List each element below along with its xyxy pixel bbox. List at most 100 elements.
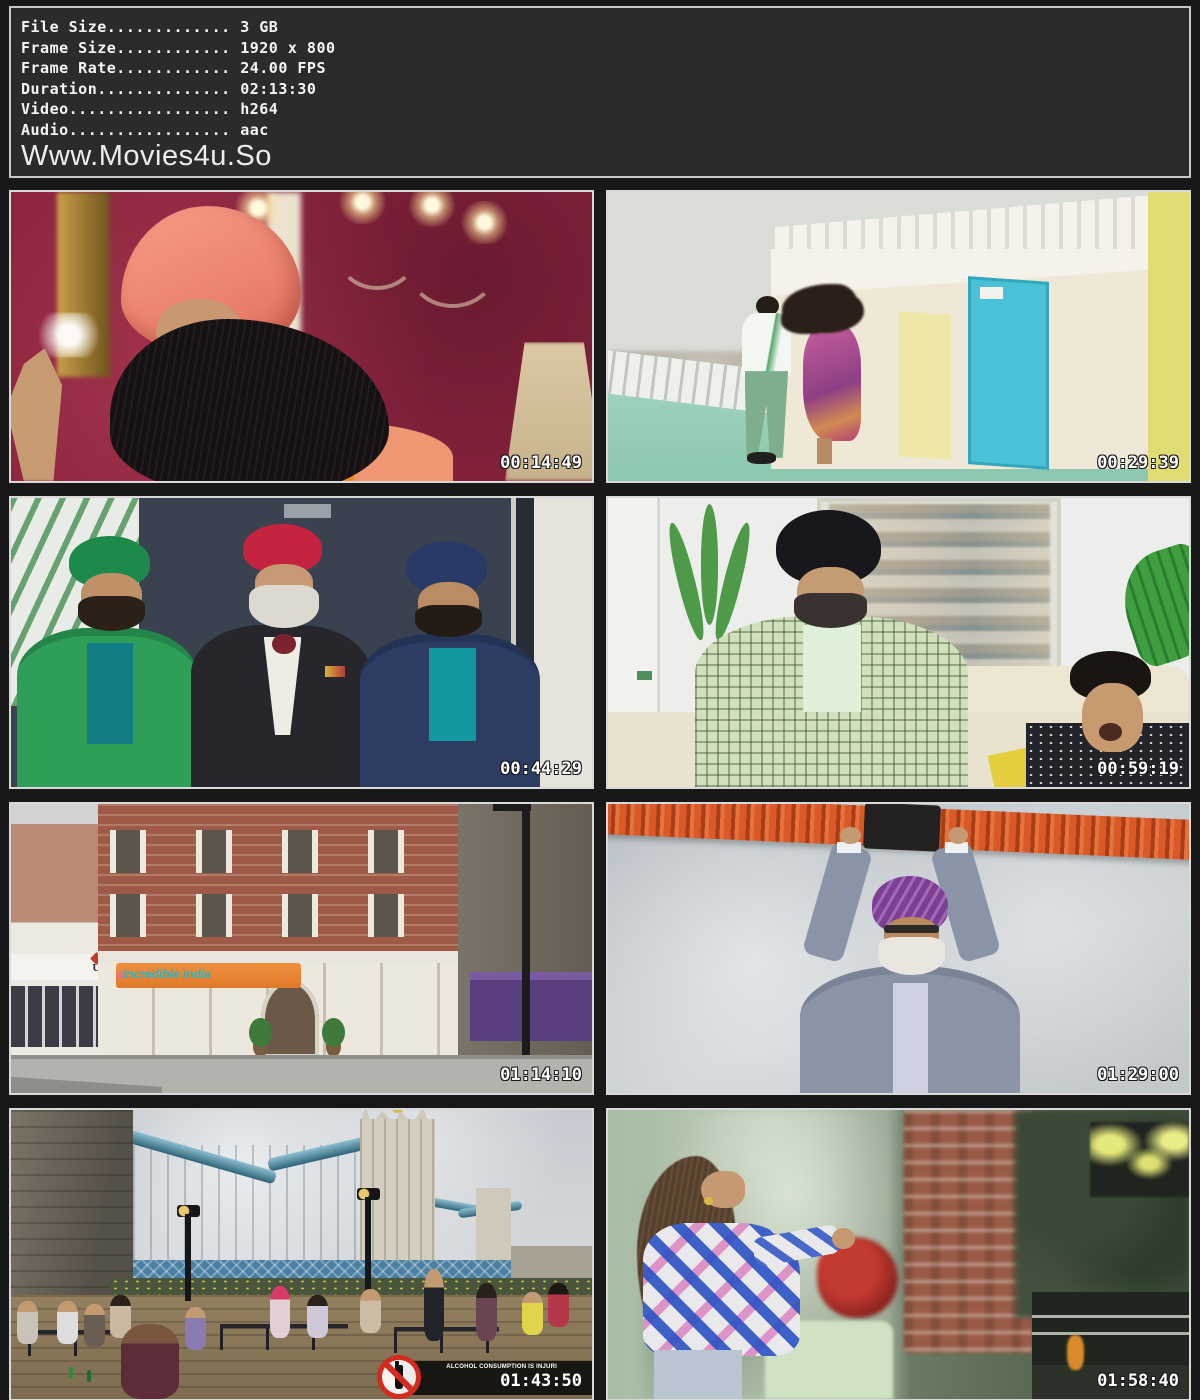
- movie-still-8: 01:58:40: [606, 1108, 1191, 1400]
- info-line-frame-rate: Frame Rate............ 24.00 FPS: [21, 58, 1179, 79]
- lamp-post: [365, 1197, 371, 1295]
- grey-beard: [794, 593, 867, 628]
- foreground-man: [121, 1324, 179, 1399]
- dark-beard: [415, 605, 482, 637]
- seated-woman: [307, 1295, 328, 1338]
- info-line-duration: Duration.............. 02:13:30: [21, 79, 1179, 100]
- chandelier-arm: [406, 221, 499, 308]
- scene-living-room: 00:59:19: [608, 498, 1189, 787]
- green-bottle: [69, 1367, 73, 1379]
- scene-street-restaurant: UK ✿Incredible India 01:14:10: [11, 804, 592, 1093]
- white-beard: [878, 937, 945, 975]
- timestamp-badge: 01:58:40: [1097, 1371, 1179, 1391]
- stone-band: [98, 951, 458, 963]
- timestamp-badge: 00:44:29: [500, 759, 582, 779]
- pink-turban-man: [270, 1286, 291, 1338]
- seated-person: [522, 1292, 543, 1335]
- scene-tower-bridge-cafe: ALCOHOL CONSUMPTION IS INJURI 01:43:50: [11, 1110, 592, 1399]
- scene-hanging-pipe: 01:29:00: [608, 804, 1189, 1093]
- lavender-shirt: [893, 983, 928, 1093]
- woman-leg: [817, 438, 832, 464]
- door-number-plate: [980, 287, 1003, 299]
- wall-vent: [284, 504, 330, 518]
- info-line-audio: Audio................. aac: [21, 120, 1179, 141]
- scene-three-men: 00:44:29: [11, 498, 592, 787]
- timestamp-badge: 01:43:50: [500, 1371, 582, 1391]
- suspension-hangers: [116, 1145, 377, 1261]
- timestamp-badge: 00:59:19: [1097, 759, 1179, 779]
- hoodie-man: [360, 1289, 381, 1332]
- hand-rail: [1032, 1332, 1189, 1335]
- maroon-cravat: [272, 634, 295, 654]
- yellow-door: [899, 312, 951, 460]
- screenshot-grid: 00:14:49 00:29:39: [9, 190, 1191, 1400]
- chandelier-arm: [336, 215, 417, 290]
- street-lamp-post: [522, 804, 530, 1058]
- movie-still-3: 00:44:29: [9, 496, 594, 789]
- seated-person: [185, 1307, 206, 1350]
- light-jeans: [654, 1350, 741, 1399]
- media-info-panel: File Size............. 3 GB Frame Size..…: [9, 6, 1191, 178]
- topiary-tree: [249, 1018, 272, 1047]
- window-row: [110, 894, 447, 937]
- info-line-video: Video................. h264: [21, 99, 1179, 120]
- movie-still-7: ALCOHOL CONSUMPTION IS INJURI 01:43:50: [9, 1108, 594, 1400]
- movie-still-2: 00:29:39: [606, 190, 1191, 483]
- site-watermark: Www.Movies4u.So: [21, 141, 1179, 172]
- movie-still-1: 00:14:49: [9, 190, 594, 483]
- man-sneaker: [747, 452, 776, 464]
- timestamp-badge: 00:29:39: [1097, 453, 1179, 473]
- white-beard: [249, 585, 319, 628]
- scene-beach-huts: 00:29:39: [608, 192, 1189, 481]
- distant-passenger: [1067, 1335, 1084, 1370]
- timestamp-badge: 00:14:49: [500, 453, 582, 473]
- timestamp-badge: 01:14:10: [500, 1065, 582, 1085]
- left-shop-windows: [11, 986, 110, 1047]
- topiary-tree: [322, 1018, 345, 1047]
- check-shirt-man: [548, 1283, 569, 1326]
- no-alcohol-icon: [377, 1355, 421, 1399]
- green-bottle: [87, 1370, 91, 1382]
- movie-still-4: 00:59:19: [606, 496, 1191, 789]
- arched-doorway: [261, 980, 319, 1058]
- cyan-door: [968, 276, 1049, 470]
- background-buildings: [511, 1246, 592, 1281]
- lamp-post: [185, 1214, 191, 1301]
- seated-person: [84, 1304, 105, 1347]
- woman-magenta-dress: [803, 325, 861, 441]
- suit-sleeve: [802, 841, 873, 963]
- teal-shirt: [429, 648, 475, 740]
- man-tracksuit-jacket: [742, 313, 791, 377]
- bank-sign: UK: [11, 954, 110, 980]
- gripping-hand: [840, 827, 860, 844]
- seated-person: [17, 1301, 38, 1344]
- glasses: [884, 925, 939, 932]
- hand-rail: [1032, 1315, 1189, 1318]
- flower-icon: ✿: [116, 967, 123, 981]
- yellow-wall-edge: [1148, 192, 1189, 481]
- purple-storefront: [470, 972, 592, 1041]
- timestamp-badge: 01:29:00: [1097, 1065, 1179, 1085]
- plant-leaf: [701, 504, 718, 625]
- green-door-handle: [637, 671, 652, 680]
- ceiling-lights-window: [1090, 1122, 1189, 1197]
- long-black-beard: [110, 319, 389, 481]
- movie-still-5: UK ✿Incredible India 01:14:10: [9, 802, 594, 1095]
- movie-still-6: 01:29:00: [606, 802, 1191, 1095]
- hand: [832, 1228, 855, 1248]
- monstera-leaf: [1110, 539, 1189, 670]
- standing-waiter: [424, 1269, 445, 1341]
- blurred-brick-pillar: [904, 1110, 1032, 1353]
- scene-red-room: 00:14:49: [11, 192, 592, 481]
- mint-shirt: [803, 625, 861, 712]
- pocket-square: [325, 666, 345, 678]
- open-mouth: [1099, 723, 1122, 740]
- window-row: [110, 830, 447, 873]
- dark-beard: [78, 596, 145, 631]
- seated-person: [57, 1301, 78, 1344]
- seated-woman: [476, 1283, 497, 1341]
- restaurant-sign: ✿Incredible India: [116, 963, 302, 988]
- pipe-coupling: [863, 804, 940, 852]
- info-line-file-size: File Size............. 3 GB: [21, 17, 1179, 38]
- restaurant-sign-text: Incredible India: [123, 967, 211, 981]
